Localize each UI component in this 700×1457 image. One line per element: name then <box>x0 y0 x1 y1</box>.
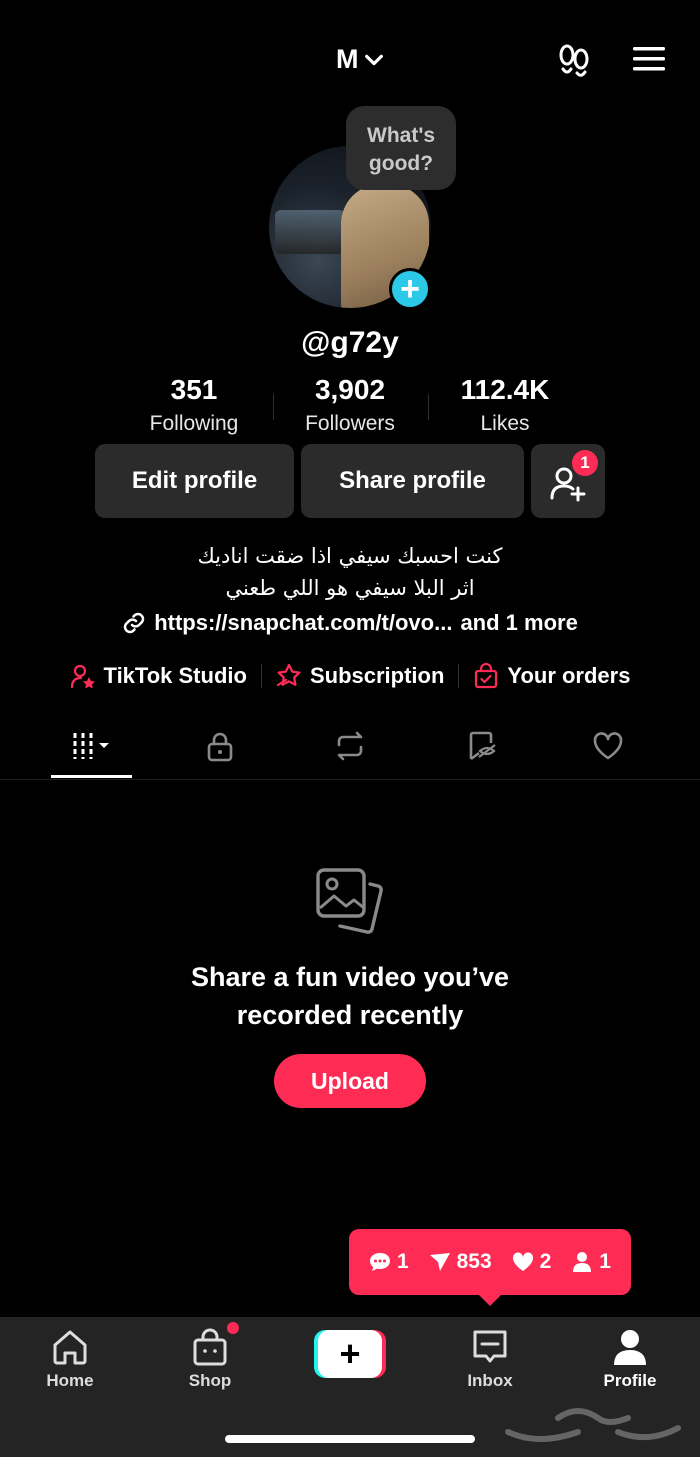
tool-label: Your orders <box>507 663 631 688</box>
empty-state-message: Share a fun video you’ve recorded recent… <box>0 958 700 1034</box>
chevron-down-icon <box>364 54 383 65</box>
stat-label: Likes <box>480 412 530 435</box>
tab-private[interactable] <box>180 724 260 768</box>
tool-label: TikTok Studio <box>103 663 247 688</box>
account-switcher[interactable]: M <box>336 44 385 75</box>
stat-followers[interactable]: 3,902 Followers <box>275 374 425 436</box>
stat-value: 112.4K <box>460 374 550 405</box>
edit-profile-button[interactable]: Edit profile <box>95 444 294 518</box>
link-icon <box>123 612 145 634</box>
followers-count: 1 <box>571 1250 611 1274</box>
lock-icon <box>207 732 233 762</box>
notif-value: 2 <box>539 1250 552 1273</box>
comment-icon <box>369 1253 390 1271</box>
notif-value: 1 <box>599 1250 611 1273</box>
nav-inbox[interactable]: Inbox <box>440 1327 540 1391</box>
nav-profile[interactable]: Profile <box>580 1327 680 1391</box>
watermark-logo <box>505 1408 681 1442</box>
subscription-button[interactable]: Subscription <box>276 663 444 689</box>
shopping-bag-icon <box>193 1328 227 1366</box>
add-story-button[interactable]: + <box>389 268 431 310</box>
nav-home[interactable]: Home <box>20 1327 120 1391</box>
repost-icon <box>337 731 363 761</box>
profile-icon <box>614 1330 646 1365</box>
nav-shop[interactable]: Shop <box>160 1327 260 1391</box>
home-icon <box>53 1330 87 1365</box>
nav-label: Home <box>46 1371 94 1390</box>
person-icon <box>573 1252 592 1272</box>
grid-videos-icon <box>73 733 109 759</box>
empty-state-line: Share a fun video you’ve <box>190 962 510 992</box>
star-ribbon-icon <box>276 663 301 687</box>
stat-following[interactable]: 351 Following <box>119 374 269 436</box>
inbox-icon <box>473 1330 507 1363</box>
bio-line: كنت احسبك سيفي اذا ضقت اناديك <box>197 544 503 568</box>
empty-state-line: recorded recently <box>236 1000 464 1030</box>
friend-request-badge: 1 <box>572 450 598 476</box>
bio-link[interactable]: https://snapchat.com/t/ovo... and 1 more <box>0 610 700 636</box>
stat-value: 351 <box>170 374 218 405</box>
stat-label: Following <box>149 412 239 435</box>
shares-count: 853 <box>429 1250 492 1274</box>
link-url[interactable]: https://snapchat.com/t/ovo... <box>154 610 452 636</box>
stats-row: 351 Following 3,902 Followers 112.4K Lik… <box>0 374 700 438</box>
nav-label: Shop <box>188 1371 232 1390</box>
status-bubble[interactable]: What's good? <box>346 106 456 190</box>
activity-popup[interactable]: 1 853 2 1 <box>349 1229 631 1295</box>
send-icon <box>429 1253 450 1271</box>
tab-favorites[interactable] <box>441 724 521 768</box>
plus-icon: + <box>318 1330 382 1378</box>
popup-pointer <box>478 1294 502 1306</box>
your-orders-button[interactable]: Your orders <box>473 663 630 689</box>
comments-count: 1 <box>369 1250 409 1274</box>
top-bar: M <box>0 40 700 80</box>
likes-count: 2 <box>512 1250 552 1274</box>
divider <box>273 394 274 420</box>
stat-label: Followers <box>305 412 395 435</box>
share-profile-button[interactable]: Share profile <box>301 444 524 518</box>
shop-notification-dot <box>227 1322 239 1334</box>
stat-value: 3,902 <box>314 374 386 405</box>
content-tabs <box>0 724 700 780</box>
tool-label: Subscription <box>309 663 445 688</box>
tab-videos[interactable] <box>51 724 131 768</box>
menu-icon[interactable] <box>632 44 666 74</box>
home-indicator[interactable] <box>225 1435 475 1443</box>
bio: كنت احسبك سيفي اذا ضقت اناديك اثر البلا … <box>0 540 700 604</box>
divider <box>260 664 262 688</box>
notif-value: 1 <box>396 1250 409 1273</box>
notif-value: 853 <box>456 1250 492 1273</box>
nav-label: Inbox <box>467 1371 513 1390</box>
tab-reposts[interactable] <box>310 724 390 768</box>
nav-label: Profile <box>603 1371 657 1390</box>
bio-line: اثر البلا سيفي هو اللي طعني <box>225 576 475 600</box>
creator-tools: TikTok Studio Subscription Your orders <box>0 658 700 694</box>
tab-liked[interactable] <box>568 724 648 768</box>
stat-likes[interactable]: 112.4K Likes <box>430 374 580 436</box>
upload-button[interactable]: Upload <box>274 1054 426 1108</box>
photos-icon <box>316 868 383 934</box>
person-star-icon <box>70 664 95 689</box>
divider <box>428 394 429 420</box>
account-initial: M <box>336 44 359 74</box>
heart-icon <box>512 1252 533 1271</box>
create-button[interactable]: + <box>314 1330 386 1378</box>
username: @g72y <box>301 326 399 359</box>
avatar-photo-background <box>275 210 345 254</box>
shopping-bag-icon <box>475 663 498 689</box>
link-more[interactable]: and 1 more <box>460 610 577 636</box>
divider <box>458 664 460 688</box>
tiktok-studio-button[interactable]: TikTok Studio <box>70 663 247 689</box>
bookmark-hidden-icon <box>469 731 496 761</box>
footprints-icon[interactable] <box>556 42 592 78</box>
active-tab-indicator <box>51 775 132 778</box>
heart-icon <box>593 732 623 760</box>
